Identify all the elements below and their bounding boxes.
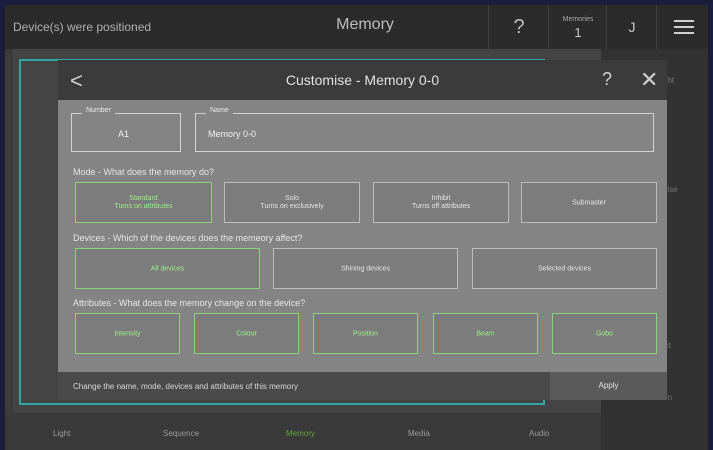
app-window: Device(s) were positioned Memory ? Memor… (5, 5, 708, 450)
attribute-colour-button[interactable]: Colour (194, 313, 299, 354)
tab-light[interactable]: Light (53, 429, 70, 438)
menu-icon (674, 20, 694, 22)
devices-heading: Devices - Which of the devices does the … (73, 233, 303, 243)
help-button[interactable]: ? (488, 5, 549, 49)
dialog-help-button[interactable]: ? (602, 69, 612, 90)
top-bar: Device(s) were positioned Memory ? Memor… (5, 5, 708, 49)
mode-heading: Mode - What does the memory do? (73, 167, 215, 177)
tab-audio[interactable]: Audio (529, 429, 549, 438)
mode-submaster-button[interactable]: Submaster (521, 182, 657, 223)
mode-solo-button[interactable]: Solo Turns on exclusively (224, 182, 360, 223)
tab-memory[interactable]: Memory (286, 429, 315, 438)
mode-standard-button[interactable]: Standard Turns on attributes (75, 182, 212, 223)
dialog-description: Change the name, mode, devices and attri… (73, 382, 299, 391)
number-legend: Number (82, 107, 115, 114)
dialog-header: < Customise - Memory 0-0 ? ✕ (58, 60, 667, 100)
bottom-navigation: Light Sequence Memory Media Audio (5, 413, 601, 450)
attribute-gobo-button[interactable]: Gobo (552, 313, 657, 354)
number-value: A1 (118, 129, 130, 139)
name-value: Memory 0-0 (208, 129, 257, 139)
memories-counter-button[interactable]: Memories 1 (548, 5, 607, 49)
status-message: Device(s) were positioned (13, 20, 152, 34)
devices-selected-button[interactable]: Selected devices (472, 248, 657, 289)
close-icon[interactable]: ✕ (640, 67, 658, 93)
customise-memory-dialog: < Customise - Memory 0-0 ? ✕ Number A1 N… (58, 60, 667, 400)
hamburger-menu-button[interactable] (656, 5, 708, 49)
page-title: Memory (336, 16, 394, 33)
name-field[interactable]: Name Memory 0-0 (195, 107, 654, 152)
memories-label: Memories (562, 16, 594, 23)
dialog-footer: Change the name, mode, devices and attri… (58, 372, 667, 400)
tab-sequence[interactable]: Sequence (163, 429, 199, 438)
name-legend: Name (206, 107, 233, 114)
attribute-intensity-button[interactable]: Intensity (75, 313, 180, 354)
dialog-title: Customise - Memory 0-0 (285, 72, 440, 88)
user-button[interactable]: J (606, 5, 657, 49)
attribute-beam-button[interactable]: Beam (433, 313, 538, 354)
tab-media[interactable]: Media (408, 429, 430, 438)
number-field[interactable]: Number A1 (71, 107, 181, 152)
apply-button[interactable]: Apply (550, 372, 667, 400)
mode-inhibit-button[interactable]: Inhibit Turns off attributes (373, 182, 509, 223)
devices-all-button[interactable]: All devices (75, 248, 260, 289)
attribute-position-button[interactable]: Position (313, 313, 418, 354)
devices-shining-button[interactable]: Shining devices (273, 248, 458, 289)
attributes-heading: Attributes - What does the memory change… (73, 298, 306, 308)
memories-count: 1 (574, 25, 582, 40)
